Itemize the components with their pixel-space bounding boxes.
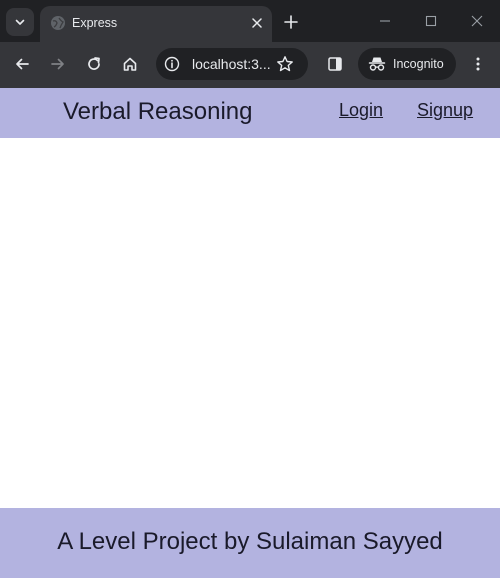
tab-search-button[interactable]: [6, 8, 34, 36]
browser-menu-button[interactable]: [466, 52, 490, 76]
kebab-menu-icon: [476, 57, 480, 71]
address-bar[interactable]: localhost:3...: [156, 48, 308, 80]
star-icon[interactable]: [276, 55, 294, 73]
close-tab-button[interactable]: [248, 14, 266, 32]
minimize-button[interactable]: [374, 11, 396, 31]
chevron-down-icon: [15, 19, 25, 25]
incognito-label: Incognito: [393, 57, 444, 71]
window-close-button[interactable]: [466, 11, 488, 31]
close-icon: [471, 15, 483, 27]
maximize-icon: [425, 15, 437, 27]
home-icon: [123, 57, 137, 71]
browser-chrome: Express localhost:3... Incognito: [0, 0, 500, 88]
browser-toolbar: localhost:3... Incognito: [0, 42, 500, 88]
forward-button[interactable]: [46, 52, 70, 76]
maximize-button[interactable]: [420, 11, 442, 31]
incognito-indicator[interactable]: Incognito: [358, 48, 456, 80]
side-panel-button[interactable]: [323, 52, 347, 76]
globe-icon: [51, 16, 65, 30]
main-content: [0, 138, 500, 508]
arrow-right-icon: [51, 58, 64, 70]
signup-link[interactable]: Signup: [417, 99, 473, 121]
address-url[interactable]: localhost:3...: [192, 56, 271, 72]
tab-title: Express: [72, 16, 118, 30]
minimize-icon: [380, 20, 390, 22]
plus-icon: [284, 15, 298, 29]
browser-tab[interactable]: Express: [40, 6, 272, 42]
home-button[interactable]: [118, 52, 142, 76]
info-icon[interactable]: [164, 56, 180, 72]
arrow-left-icon: [16, 58, 29, 70]
back-button[interactable]: [10, 52, 34, 76]
incognito-icon: [368, 57, 386, 71]
side-panel-icon: [328, 57, 342, 71]
footer-text: A Level Project by Sulaiman Sayyed: [57, 528, 443, 555]
new-tab-button[interactable]: [280, 11, 302, 33]
tab-strip: Express: [0, 0, 500, 42]
site-header: Verbal Reasoning Login Signup: [0, 88, 500, 138]
site-title: Verbal Reasoning: [63, 98, 253, 125]
login-link[interactable]: Login: [339, 99, 383, 121]
reload-button[interactable]: [82, 52, 106, 76]
reload-icon: [88, 57, 100, 70]
site-footer: A Level Project by Sulaiman Sayyed: [0, 508, 500, 578]
close-icon: [252, 18, 262, 28]
